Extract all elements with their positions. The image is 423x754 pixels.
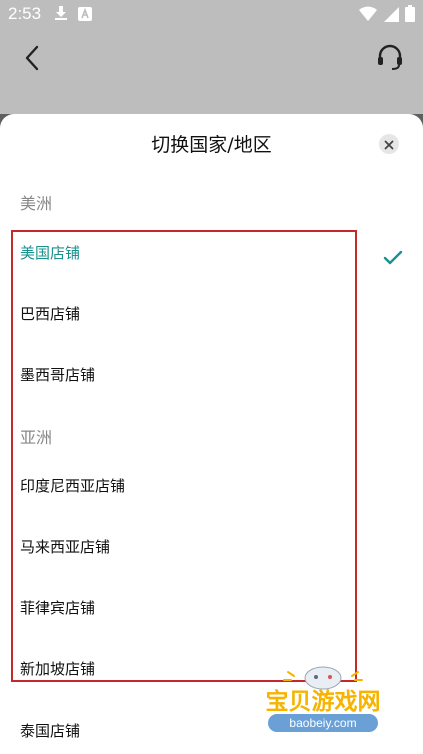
support-button[interactable] — [373, 42, 407, 76]
download-icon — [54, 5, 68, 25]
store-item-label: 墨西哥店铺 — [20, 366, 96, 384]
store-item-philippines[interactable]: 菲律宾店铺 — [20, 588, 403, 628]
store-item-label: 泰国店铺 — [20, 722, 81, 740]
store-item-us[interactable]: 美国店铺 — [20, 233, 403, 273]
status-right-icons — [359, 5, 415, 26]
sheet-title: 切换国家/地区 — [151, 134, 272, 156]
status-bar: 2:53 — [0, 0, 423, 30]
status-left-icons — [54, 5, 92, 25]
back-button[interactable] — [16, 44, 48, 76]
chevron-left-icon — [24, 45, 40, 75]
headset-icon — [376, 43, 404, 75]
store-item-thailand[interactable]: 泰国店铺 — [20, 711, 403, 751]
checkmark-icon — [383, 243, 403, 265]
store-item-brazil[interactable]: 巴西店铺 — [20, 294, 403, 334]
store-item-label: 巴西店铺 — [20, 305, 81, 323]
store-item-label: 菲律宾店铺 — [20, 599, 96, 617]
country-region-sheet: 切换国家/地区 美洲 美国店铺 巴西店铺 墨西哥店铺 亚洲 印度尼西亚店铺 马来… — [0, 114, 423, 754]
app-bar — [0, 30, 423, 114]
store-item-indonesia[interactable]: 印度尼西亚店铺 — [20, 466, 403, 506]
close-icon — [384, 135, 394, 154]
store-item-mexico[interactable]: 墨西哥店铺 — [20, 355, 403, 395]
store-item-label: 印度尼西亚店铺 — [20, 477, 126, 495]
section-header-americas: 美洲 — [20, 194, 53, 213]
signal-icon — [383, 6, 399, 26]
wifi-icon — [359, 6, 377, 26]
battery-icon — [405, 5, 415, 26]
status-time: 2:53 — [8, 4, 42, 23]
close-button[interactable] — [379, 134, 399, 154]
store-item-malaysia[interactable]: 马来西亚店铺 — [20, 527, 403, 567]
store-item-label: 美国店铺 — [20, 244, 81, 262]
store-item-label: 新加坡店铺 — [20, 660, 96, 678]
a-badge-icon — [78, 6, 92, 25]
store-item-label: 马来西亚店铺 — [20, 538, 111, 556]
section-header-asia: 亚洲 — [20, 428, 53, 447]
store-item-singapore[interactable]: 新加坡店铺 — [20, 649, 403, 689]
